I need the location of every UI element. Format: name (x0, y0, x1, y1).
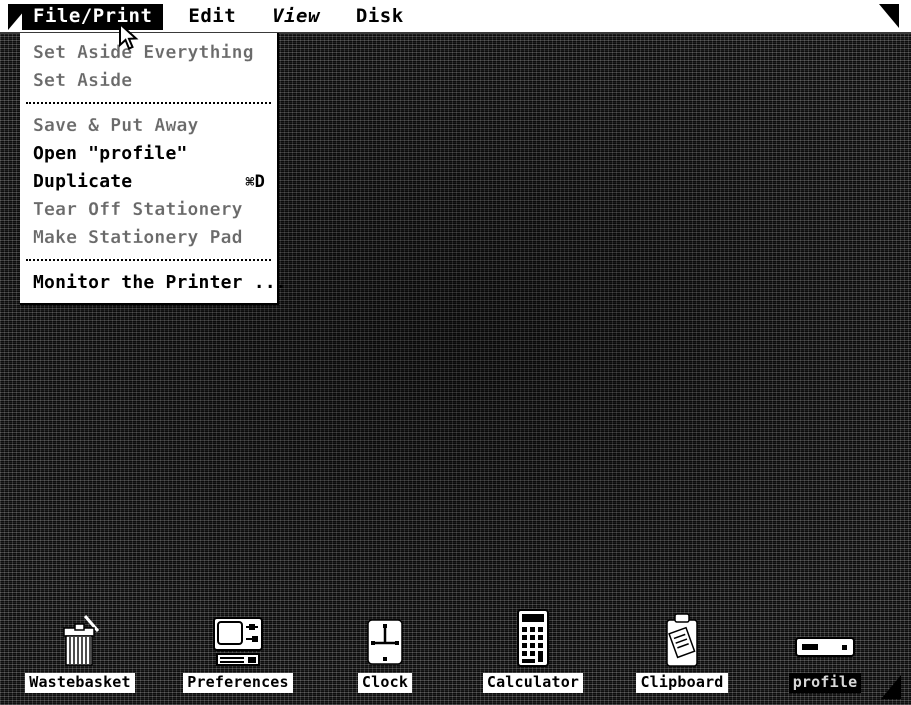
clipboard-icon (622, 612, 742, 670)
desktop-icon-clock[interactable]: Clock (325, 612, 445, 694)
menu-item-set-aside-everything[interactable]: Set Aside Everything (20, 39, 277, 67)
desktop-icon-wastebasket[interactable]: Wastebasket (20, 612, 140, 694)
menu-item-label: Set Aside Everything (33, 42, 254, 63)
menu-item-set-aside[interactable]: Set Aside (20, 67, 277, 95)
desktop-icon-label: Clock (357, 673, 413, 694)
corner-ornament-top-right (879, 4, 899, 28)
desktop-icon-label: profile (788, 673, 862, 694)
calculator-icon (473, 609, 593, 670)
desktop-icon-profile[interactable]: profile (765, 612, 885, 694)
menu-item-label: Tear Off Stationery (33, 199, 243, 220)
disk-drive-icon (765, 612, 885, 670)
menu-item-monitor-the-printer[interactable]: Monitor the Printer ... (20, 269, 287, 297)
menu-item-label: Monitor the Printer ... (33, 272, 287, 293)
menu-item-shortcut: ⌘D (246, 168, 265, 196)
wastebasket-icon (20, 612, 140, 670)
menu-item-label: Open "profile" (33, 143, 188, 164)
command-key-icon: ⌘ (245, 173, 255, 191)
corner-ornament-bottom-right (881, 675, 901, 699)
menu-separator (26, 102, 271, 104)
corner-ornament-top-left (8, 4, 30, 30)
desktop-icon-clipboard[interactable]: Clipboard (622, 612, 742, 694)
preferences-icon (178, 612, 298, 670)
menu-bar: File/Print Edit View Disk (0, 0, 911, 33)
desktop-icon-label: Preferences (183, 673, 293, 694)
desktop-icon-label: Calculator (482, 673, 584, 694)
clock-icon (325, 612, 445, 670)
desktop-icon-label: Clipboard (636, 673, 728, 694)
menu-separator (26, 259, 271, 261)
desktop-icon-preferences[interactable]: Preferences (178, 612, 298, 694)
menu-title-view[interactable]: View (261, 4, 331, 30)
desktop-icon-calculator[interactable]: Calculator (473, 609, 593, 694)
menu-title-disk[interactable]: Disk (345, 4, 415, 30)
menu-item-label: Duplicate (33, 171, 133, 192)
menu-item-label: Set Aside (33, 70, 133, 91)
menu-item-duplicate[interactable]: Duplicate ⌘D (20, 168, 277, 196)
desktop-screen: File/Print Edit View Disk Set Aside Ever… (0, 0, 911, 705)
menu-item-label: Make Stationery Pad (33, 227, 243, 248)
menu-title-edit[interactable]: Edit (177, 4, 247, 30)
menu-item-open-profile[interactable]: Open "profile" (20, 140, 277, 168)
menu-item-tear-off-stationery[interactable]: Tear Off Stationery (20, 196, 277, 224)
menu-item-save-and-put-away[interactable]: Save & Put Away (20, 112, 277, 140)
shortcut-key: D (254, 172, 265, 192)
menu-bar-items: File/Print Edit View Disk (22, 2, 429, 32)
file-print-dropdown-menu: Set Aside Everything Set Aside Save & Pu… (20, 33, 287, 305)
menu-title-file-print[interactable]: File/Print (22, 4, 164, 30)
desktop-icon-label: Wastebasket (25, 673, 135, 694)
menu-item-label: Save & Put Away (33, 115, 199, 136)
menu-item-make-stationery-pad[interactable]: Make Stationery Pad (20, 224, 277, 252)
